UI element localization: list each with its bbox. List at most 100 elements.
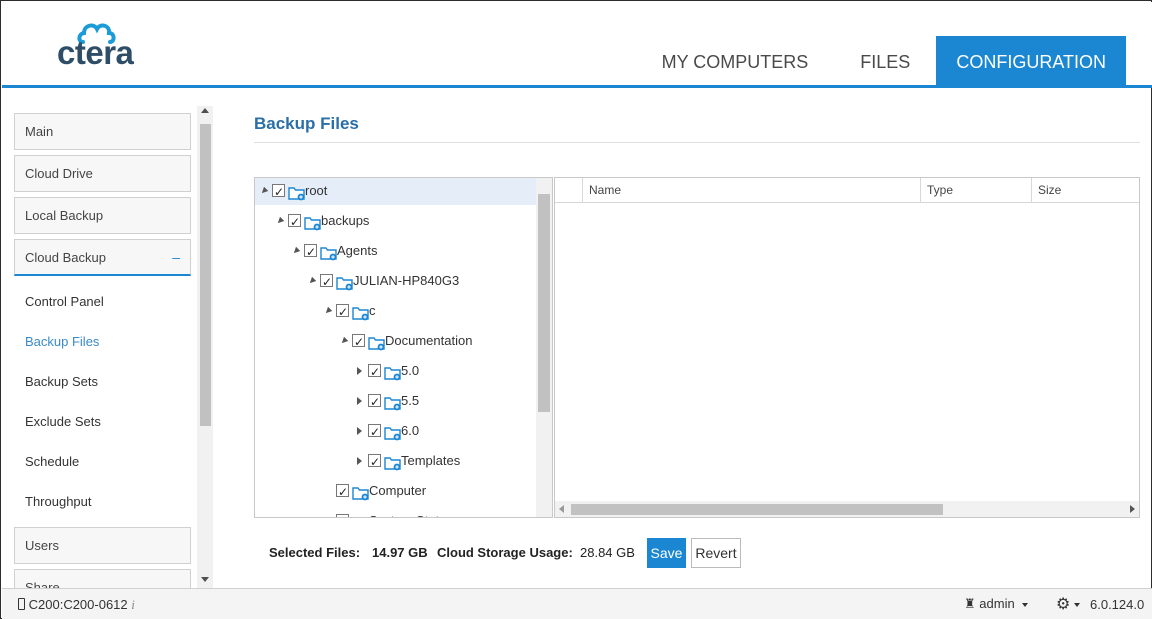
app-window: ctera MY COMPUTERS FILES CONFIGURATION M…	[0, 0, 1152, 619]
tree-node-label: Computer	[369, 483, 427, 498]
tree-checkbox[interactable]	[320, 268, 333, 296]
tree-node-label: 5.0	[401, 363, 420, 378]
tree-node[interactable]: 5.5	[255, 387, 537, 416]
sidebar: Main Cloud Drive Local Backup Cloud Back…	[2, 91, 214, 588]
scroll-thumb[interactable]	[571, 504, 943, 515]
column-header-name[interactable]: Name	[582, 178, 921, 203]
tree-node[interactable]: 6.0	[255, 417, 537, 446]
tree-node-label: Documentation	[385, 333, 473, 348]
tree-checkbox[interactable]	[288, 208, 301, 236]
sidebar-item-main[interactable]: Main	[14, 113, 191, 150]
tree-checkbox[interactable]	[352, 328, 365, 356]
folder-icon	[352, 303, 370, 321]
tree-node-label: System State	[369, 507, 446, 517]
device-info[interactable]: C200:C200-0612 i	[18, 597, 135, 613]
tree-node-label: JULIAN-HP840G3	[353, 273, 460, 288]
tree-node[interactable]: System State	[255, 507, 537, 517]
status-bar: C200:C200-0612 i ♜ admin ⚙ 6.0.124.0	[2, 588, 1152, 619]
main-nav: MY COMPUTERS FILES CONFIGURATION	[636, 36, 1126, 88]
tree-node-label: c	[369, 303, 376, 318]
user-name: admin	[979, 596, 1015, 611]
tree-checkbox[interactable]	[368, 418, 381, 446]
revert-button[interactable]: Revert	[691, 538, 741, 568]
column-header-size[interactable]: Size	[1031, 178, 1139, 203]
user-icon: ♜	[964, 596, 976, 611]
column-header-select[interactable]	[555, 178, 583, 203]
scroll-down-icon[interactable]	[201, 577, 209, 582]
tree-node[interactable]: Agents	[255, 237, 537, 266]
tree-node-label: 6.0	[401, 423, 420, 438]
tree-checkbox[interactable]	[336, 478, 349, 506]
collapse-arrow-icon[interactable]	[339, 336, 349, 346]
scroll-thumb[interactable]	[200, 124, 211, 426]
tree-checkbox[interactable]	[336, 508, 349, 517]
tree-checkbox[interactable]	[368, 448, 381, 476]
page-title: Backup Files	[254, 114, 359, 133]
file-list: Name Type Size	[554, 177, 1140, 518]
chevron-down-icon	[1022, 602, 1029, 607]
file-list-hscrollbar[interactable]	[555, 501, 1139, 517]
sidebar-item-share[interactable]: Share	[14, 569, 191, 588]
tree-node[interactable]: 5.0	[255, 357, 537, 386]
sidebar-item-local-backup[interactable]: Local Backup	[14, 197, 191, 234]
folder-icon	[352, 513, 370, 517]
tree-checkbox[interactable]	[272, 178, 285, 206]
collapse-icon[interactable]: –	[172, 240, 180, 275]
sidebar-scrollbar[interactable]	[197, 106, 213, 588]
tab-configuration[interactable]: CONFIGURATION	[936, 36, 1126, 88]
collapse-arrow-icon[interactable]	[323, 306, 333, 316]
scroll-right-icon[interactable]	[1130, 505, 1135, 513]
sidebar-subitem-control-panel[interactable]: Control Panel	[25, 294, 104, 309]
tree-node[interactable]: Templates	[255, 447, 537, 476]
scroll-up-icon[interactable]	[201, 108, 209, 113]
tree-node-label: 5.5	[401, 393, 420, 408]
expand-arrow-icon[interactable]	[357, 457, 362, 465]
sidebar-subitem-backup-sets[interactable]: Backup Sets	[25, 374, 98, 389]
tree-node[interactable]: root	[255, 178, 537, 206]
logo-text: ctera	[57, 34, 134, 71]
divider	[254, 142, 1140, 143]
sidebar-subitem-schedule[interactable]: Schedule	[25, 454, 79, 469]
folder-icon	[320, 243, 338, 261]
scroll-left-icon[interactable]	[559, 505, 564, 513]
collapse-arrow-icon[interactable]	[307, 276, 317, 286]
column-header-type[interactable]: Type	[920, 178, 1032, 203]
tree-checkbox[interactable]	[304, 238, 317, 266]
device-icon	[18, 598, 25, 610]
ctera-logo[interactable]: ctera	[57, 20, 157, 71]
sidebar-subitem-backup-files[interactable]: Backup Files	[25, 334, 99, 349]
collapse-arrow-icon[interactable]	[291, 246, 301, 256]
tree-node-label: root	[305, 183, 328, 198]
tree-node[interactable]: Documentation	[255, 327, 537, 356]
info-icon[interactable]: i	[131, 597, 135, 612]
sidebar-subitem-exclude-sets[interactable]: Exclude Sets	[25, 414, 101, 429]
scroll-thumb[interactable]	[538, 194, 550, 412]
folder-icon	[384, 423, 402, 441]
tree-checkbox[interactable]	[368, 358, 381, 386]
collapse-arrow-icon[interactable]	[259, 186, 269, 196]
save-button[interactable]: Save	[647, 538, 686, 568]
tab-my-computers[interactable]: MY COMPUTERS	[636, 36, 835, 88]
expand-arrow-icon[interactable]	[357, 367, 362, 375]
tab-files[interactable]: FILES	[834, 36, 936, 88]
folder-icon	[336, 273, 354, 291]
collapse-arrow-icon[interactable]	[275, 216, 285, 226]
tree-checkbox[interactable]	[368, 388, 381, 416]
tree-node[interactable]: Computer	[255, 477, 537, 506]
folder-icon	[384, 363, 402, 381]
tree-node[interactable]: JULIAN-HP840G3	[255, 267, 537, 296]
tree-scrollbar[interactable]	[536, 178, 552, 517]
tree-node[interactable]: backups	[255, 207, 537, 236]
sidebar-subitem-throughput[interactable]: Throughput	[25, 494, 92, 509]
expand-arrow-icon[interactable]	[357, 427, 362, 435]
user-menu[interactable]: ♜ admin	[964, 596, 1029, 612]
sidebar-item-cloud-backup[interactable]: Cloud Backup –	[14, 239, 191, 276]
tree-node[interactable]: c	[255, 297, 537, 326]
tree-checkbox[interactable]	[336, 298, 349, 326]
settings-menu[interactable]: ⚙	[1056, 594, 1081, 614]
sidebar-item-users[interactable]: Users	[14, 527, 191, 564]
expand-arrow-icon[interactable]	[357, 397, 362, 405]
sidebar-item-cloud-drive[interactable]: Cloud Drive	[14, 155, 191, 192]
tree-node-label: Templates	[401, 453, 461, 468]
selected-files-value: 14.97 GB	[372, 545, 428, 560]
